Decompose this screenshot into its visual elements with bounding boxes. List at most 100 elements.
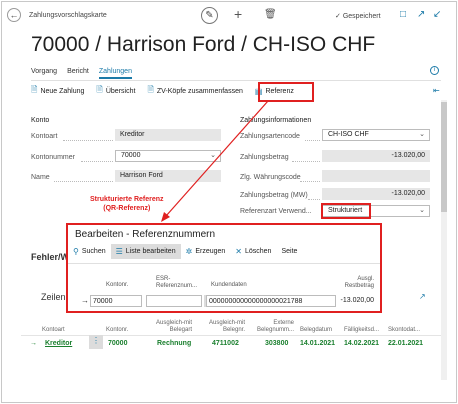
name-field[interactable]: Harrison Ford bbox=[115, 170, 221, 182]
konto-heading: Konto bbox=[31, 117, 50, 124]
zahlungsartencode-field[interactable]: CH-ISO CHF ⌄ bbox=[322, 129, 430, 141]
liste-bearbeiten-button[interactable]: ☰ Liste bearbeiten bbox=[110, 244, 181, 259]
annotation-line-1: Strukturierte Referenz bbox=[90, 196, 164, 203]
row-kontoart[interactable]: Kreditor bbox=[45, 340, 72, 347]
row-menu-icon[interactable]: ⋮ bbox=[89, 335, 103, 349]
edit-pencil-icon[interactable]: ✎ bbox=[201, 7, 218, 24]
referenznummern-dialog: Bearbeiten - Referenznummern ⚲ Suchen ☰ … bbox=[66, 223, 382, 313]
col-ausgleich-belegnr: Ausgleich-mit Belegnr. bbox=[200, 320, 245, 334]
loeschen-button[interactable]: ✕ Löschen bbox=[230, 244, 276, 259]
tab-bericht[interactable]: Bericht bbox=[67, 68, 89, 79]
zv-koepfe-label: ZV-Köpfe zusammenfassen bbox=[156, 87, 243, 95]
dlg-col-esr: ESR- Referenznum... bbox=[156, 276, 197, 290]
dlg-col-kundendaten: Kundendaten bbox=[211, 282, 247, 288]
lines-divider bbox=[21, 335, 441, 336]
pin-icon[interactable]: ⇤ bbox=[433, 86, 440, 95]
col-extern-2: Belegnumm... bbox=[256, 327, 294, 333]
strukturiert-highlight bbox=[321, 203, 371, 219]
neue-zahlung-button[interactable]: 🗎 Neue Zahlung bbox=[31, 84, 84, 98]
name-dots bbox=[54, 181, 113, 182]
new-plus-icon[interactable]: + bbox=[234, 6, 242, 22]
zv-koepfe-button[interactable]: 🗎 ZV-Köpfe zusammenfassen bbox=[147, 84, 242, 98]
action-tabs: Vorgang Bericht Zahlungen bbox=[31, 68, 132, 79]
dlg-kundendaten-input[interactable]: 000000000000000000021788 bbox=[206, 295, 336, 307]
suchen-label: Suchen bbox=[81, 248, 106, 255]
dlg-col-esr-2: Referenznum... bbox=[156, 283, 198, 289]
scrollbar-thumb[interactable] bbox=[441, 102, 447, 212]
row-kontonr: 70000 bbox=[108, 340, 128, 347]
col-kontonr: Kontonr. bbox=[106, 327, 129, 333]
dlg-col-ausgl-2: Restbetrag bbox=[344, 283, 374, 289]
bookmark-icon[interactable]: □ bbox=[400, 9, 406, 20]
waehrungscode-label: Zlg. Währungscode bbox=[240, 174, 301, 181]
referenzart-label: Referenzart Verwend... bbox=[240, 208, 312, 215]
erzeugen-button[interactable]: ✲ Erzeugen bbox=[181, 244, 231, 259]
zahlungsartencode-value: CH-ISO CHF bbox=[328, 131, 369, 138]
back-arrow-icon[interactable]: ← bbox=[7, 8, 21, 22]
overview-icon: 🗎 bbox=[96, 85, 103, 94]
merge-icon: 🗎 bbox=[147, 85, 154, 94]
tab-zahlungen[interactable]: Zahlungen bbox=[98, 68, 132, 79]
kontonummer-field[interactable]: 70000 ⌄ bbox=[115, 150, 221, 162]
annotation-line-2: (QR-Referenz) bbox=[103, 205, 151, 212]
info-icon[interactable]: i bbox=[430, 66, 439, 75]
delete-x-icon: ✕ bbox=[235, 247, 242, 256]
col-externe-belegnr: Externe Belegnumm... bbox=[252, 320, 294, 334]
chevron-down-icon[interactable]: ⌄ bbox=[210, 151, 216, 161]
dlg-col-restbetrag: Ausgl. Restbetrag bbox=[336, 276, 374, 290]
annotation-label: Strukturierte Referenz (QR-Referenz) bbox=[90, 195, 164, 213]
chevron-down-icon[interactable]: ⌄ bbox=[419, 130, 425, 140]
dlg-esr-input[interactable] bbox=[146, 295, 202, 307]
col-ausgleich-1: Ausgleich-mit bbox=[155, 320, 192, 326]
betrag-mw-dots bbox=[308, 199, 320, 200]
dialog-separator bbox=[68, 263, 380, 264]
seite-label: Seite bbox=[281, 248, 298, 255]
popout-icon[interactable]: ↗ bbox=[417, 9, 425, 20]
dlg-restbetrag: -13.020,00 bbox=[340, 297, 374, 304]
window: ← Zahlungsvorschlagskarte ✎ + 🗑 ✓ Gespei… bbox=[1, 1, 457, 403]
referenz-highlight bbox=[258, 82, 314, 102]
kontonummer-label: Kontonummer bbox=[31, 154, 75, 161]
dlg-kontonr-input[interactable]: 70000 bbox=[90, 295, 142, 307]
list-edit-icon: ☰ bbox=[115, 247, 123, 256]
col-ausgleichnr-2: Belegnr. bbox=[222, 327, 245, 333]
row-belegdatum: 14.01.2021 bbox=[300, 340, 336, 347]
chevron-down-icon[interactable]: ⌄ bbox=[419, 206, 425, 216]
loeschen-label: Löschen bbox=[244, 248, 272, 255]
tab-vorgang[interactable]: Vorgang bbox=[31, 68, 57, 79]
dlg-col-kontonr: Kontonr. bbox=[106, 282, 129, 288]
uebersicht-button[interactable]: 🗎 Übersicht bbox=[96, 84, 135, 98]
dialog-action-bar: ⚲ Suchen ☰ Liste bearbeiten ✲ Erzeugen ✕… bbox=[68, 244, 380, 259]
kontoart-label: Kontoart bbox=[31, 133, 58, 140]
tab-divider bbox=[31, 80, 441, 81]
col-ausgleich-belegart: Ausgleich-mit Belegart bbox=[147, 320, 192, 334]
erzeugen-label: Erzeugen bbox=[195, 248, 226, 255]
liste-bearbeiten-label: Liste bearbeiten bbox=[125, 248, 176, 255]
zahlungsbetrag-mw-field: -13.020,00 bbox=[322, 188, 430, 200]
search-icon: ⚲ bbox=[73, 247, 79, 256]
col-ausgleichnr-1: Ausgleich-mit bbox=[208, 320, 245, 326]
betrag-dots bbox=[292, 161, 320, 162]
col-faelligkeit: Fälligkeitsd... bbox=[344, 327, 380, 333]
fehler-heading: Fehler/W bbox=[31, 252, 70, 262]
name-label: Name bbox=[31, 174, 50, 181]
row-skonto: 22.01.2021 bbox=[388, 340, 424, 347]
row-extern: 303800 bbox=[265, 340, 289, 347]
kontonummer-value: 70000 bbox=[121, 152, 141, 159]
expand-icon[interactable]: ↗ bbox=[419, 292, 426, 301]
collapse-icon[interactable]: ↙ bbox=[433, 9, 441, 20]
neue-zahlung-label: Neue Zahlung bbox=[40, 87, 85, 95]
suchen-button[interactable]: ⚲ Suchen bbox=[68, 244, 111, 259]
zahlungsbetrag-mw-label: Zahlungsbetrag (MW) bbox=[240, 192, 308, 199]
kontoart-field[interactable]: Kreditor bbox=[115, 129, 221, 141]
uebersicht-label: Übersicht bbox=[105, 87, 136, 95]
col-skonto: Skontodat... bbox=[388, 327, 421, 333]
page-title: 70000 / Harrison Ford / CH-ISO CHF bbox=[31, 33, 376, 56]
seite-button[interactable]: Seite bbox=[276, 244, 302, 259]
row-belegnr: 4711002 bbox=[212, 340, 239, 347]
zahlungsbetrag-label: Zahlungsbetrag bbox=[240, 154, 289, 161]
saved-status: ✓ Gespeichert bbox=[335, 13, 381, 20]
kontoart-dots bbox=[63, 140, 113, 141]
delete-trash-icon[interactable]: 🗑 bbox=[264, 9, 277, 20]
col-belegdatum: Belegdatum bbox=[300, 327, 333, 333]
